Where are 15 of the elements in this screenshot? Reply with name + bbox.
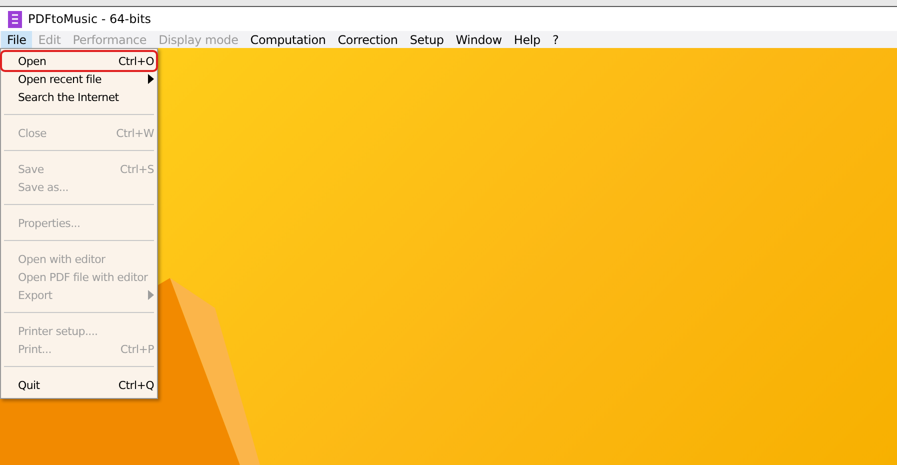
submenu-arrow-icon <box>148 74 154 84</box>
menu-item[interactable]: Correction <box>332 31 404 48</box>
submenu-arrow-icon <box>148 290 154 300</box>
menu-item[interactable]: Setup <box>404 31 450 48</box>
menu-item[interactable]: Open Ctrl+O <box>2 52 156 70</box>
menu-item[interactable]: File <box>1 31 32 48</box>
window-title: PDFtoMusic - 64-bits <box>28 12 152 26</box>
menu-item[interactable]: Quit Ctrl+Q <box>2 376 156 394</box>
menu-item[interactable]: Open recent file <box>2 70 156 88</box>
menu-item[interactable]: Search the Internet <box>2 88 156 106</box>
menu-item[interactable]: Window <box>450 31 508 48</box>
app-icon <box>8 10 22 28</box>
menu-item[interactable]: Computation <box>244 31 332 48</box>
menu-item[interactable]: ? <box>546 31 565 48</box>
menu-item[interactable]: Help <box>508 31 546 48</box>
